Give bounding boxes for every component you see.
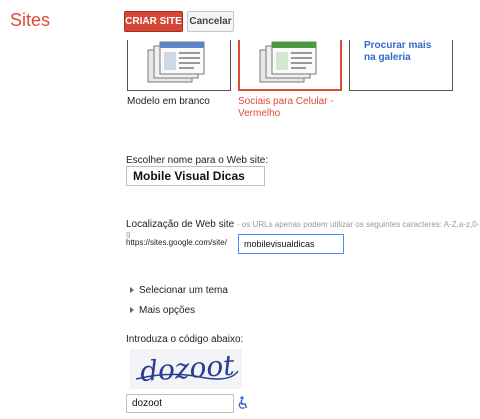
wheelchair-icon[interactable]	[237, 396, 249, 410]
site-location-title: Localização de Web site	[126, 219, 235, 230]
cancel-button[interactable]: Cancelar	[187, 11, 234, 32]
captcha-image: dozoot	[130, 349, 242, 389]
template-label-blank[interactable]: Modelo em branco	[127, 96, 237, 108]
site-name-input[interactable]	[126, 166, 265, 186]
triangle-right-icon	[130, 287, 134, 294]
select-theme-toggle[interactable]: Selecionar um tema	[130, 285, 228, 296]
url-prefix: https://sites.google.com/site/	[126, 238, 227, 247]
template-tile-social[interactable]	[238, 40, 342, 91]
captcha-label: Introduza o código abaixo:	[126, 334, 244, 345]
triangle-right-icon	[130, 307, 134, 314]
more-options-toggle[interactable]: Mais opções	[130, 305, 195, 316]
template-label-social[interactable]: Sociais para Celular - Vermelho	[238, 96, 348, 120]
template-tile-blank[interactable]	[127, 40, 231, 91]
more-options-label: Mais opções	[139, 305, 196, 316]
stacked-pages-icon	[147, 41, 205, 83]
create-site-button[interactable]: CRIAR SITE	[124, 11, 183, 32]
captcha-text: dozoot	[139, 349, 236, 388]
site-url-input[interactable]	[238, 234, 344, 254]
browse-gallery-link[interactable]: Procurar mais na galeria	[364, 40, 434, 64]
app-title: Sites	[10, 10, 51, 30]
captcha-input[interactable]	[126, 394, 234, 413]
site-name-label: Escolher nome para o Web site:	[126, 155, 269, 166]
stacked-pages-icon	[259, 41, 317, 83]
select-theme-label: Selecionar um tema	[139, 285, 228, 296]
